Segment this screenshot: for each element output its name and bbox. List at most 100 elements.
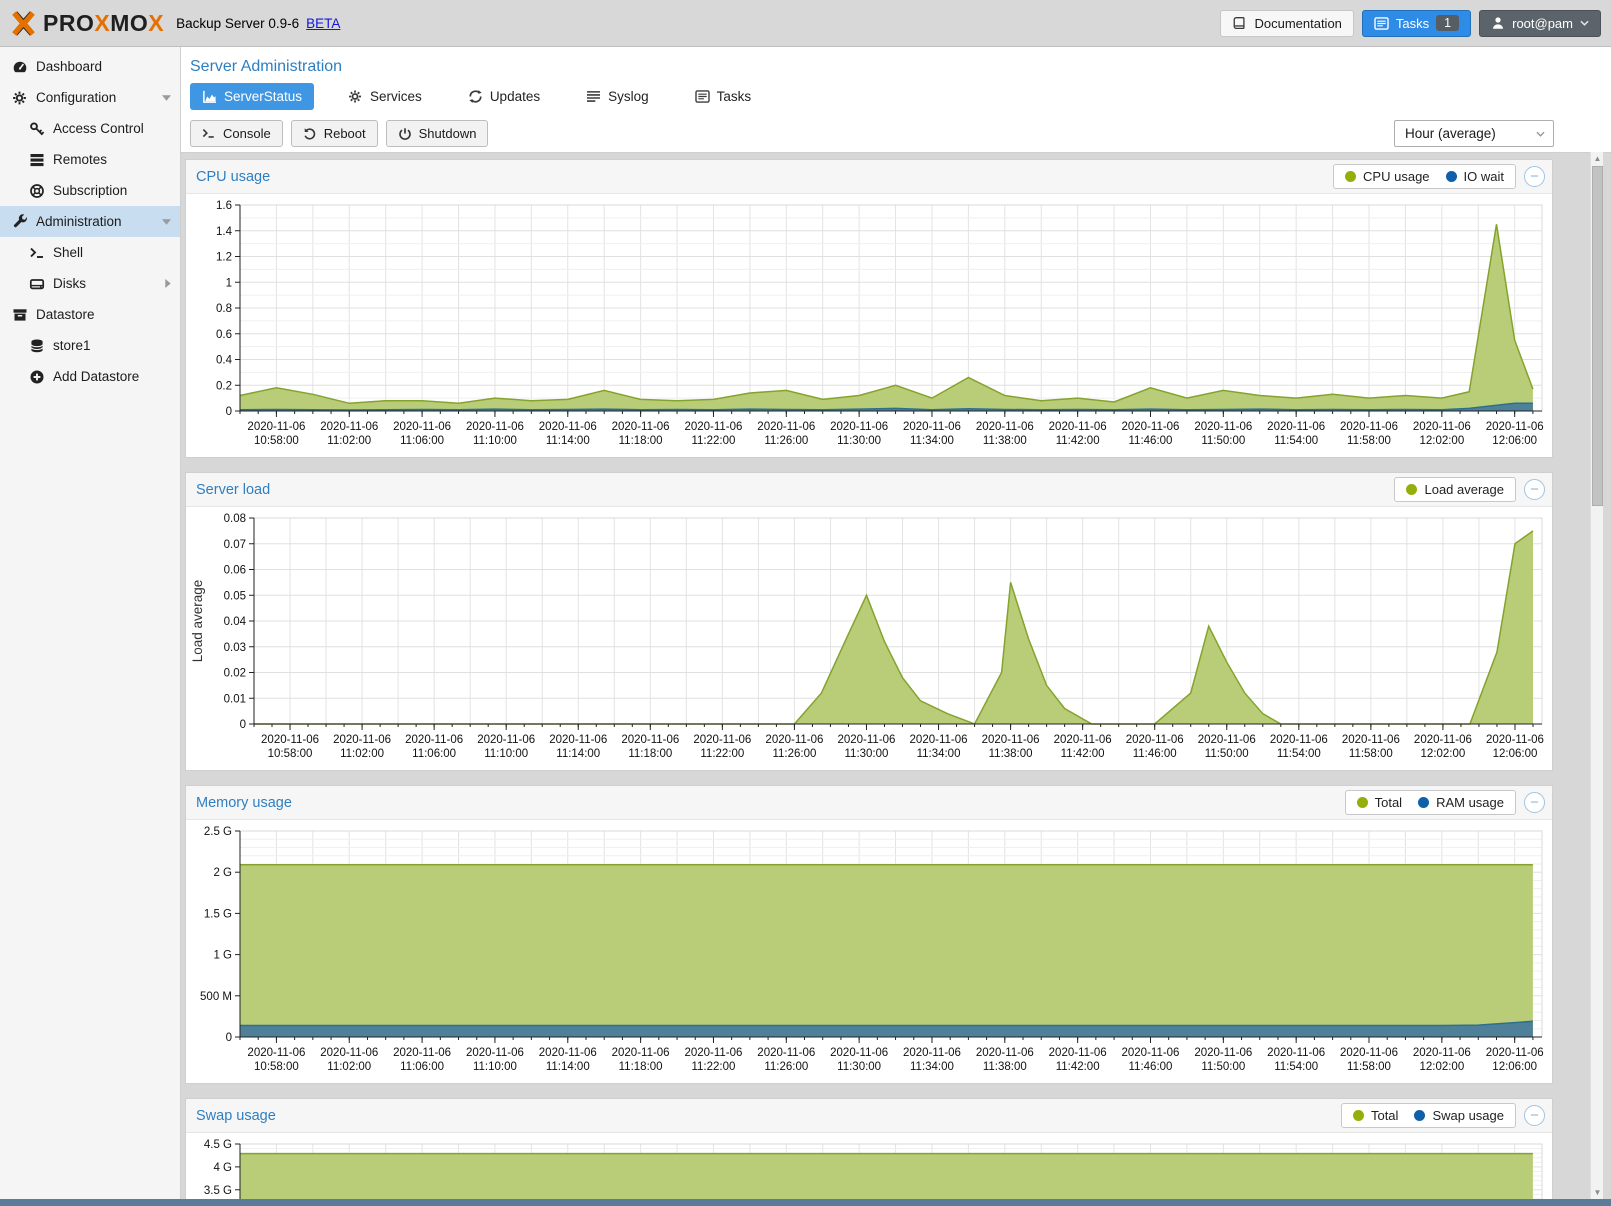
disk-icon bbox=[26, 276, 47, 292]
svg-text:11:06:00: 11:06:00 bbox=[400, 435, 444, 447]
scrollbar-thumb[interactable] bbox=[1592, 166, 1603, 506]
svg-text:11:42:00: 11:42:00 bbox=[1056, 435, 1100, 447]
sidebar-item-dashboard[interactable]: Dashboard bbox=[0, 51, 180, 82]
user-icon bbox=[1491, 16, 1505, 30]
svg-text:2020-11-06: 2020-11-06 bbox=[621, 734, 679, 746]
chart-legend[interactable]: Load average bbox=[1394, 477, 1516, 502]
timeframe-select[interactable]: Hour (average) bbox=[1394, 120, 1554, 147]
tasks-button[interactable]: Tasks 1 bbox=[1362, 10, 1471, 37]
tab-services[interactable]: Services bbox=[336, 83, 434, 110]
scroll-up-arrow[interactable]: ▲ bbox=[1591, 152, 1604, 165]
svg-text:11:38:00: 11:38:00 bbox=[989, 748, 1033, 760]
shutdown-button[interactable]: Shutdown bbox=[386, 120, 489, 147]
svg-text:2020-11-06: 2020-11-06 bbox=[1414, 734, 1472, 746]
chart-legend[interactable]: CPU usage IO wait bbox=[1333, 164, 1516, 189]
power-icon bbox=[398, 127, 412, 141]
scroll-down-arrow[interactable]: ▼ bbox=[1591, 1186, 1604, 1199]
chevron-down-icon bbox=[162, 95, 171, 101]
refresh-icon bbox=[468, 89, 483, 104]
chart-legend[interactable]: Total RAM usage bbox=[1345, 790, 1516, 815]
svg-text:12:06:00: 12:06:00 bbox=[1492, 1061, 1537, 1073]
panel-title: CPU usage bbox=[196, 169, 270, 185]
tab-updates[interactable]: Updates bbox=[456, 83, 552, 110]
svg-text:2020-11-06: 2020-11-06 bbox=[1270, 734, 1328, 746]
tab-tasks[interactable]: Tasks bbox=[683, 83, 764, 110]
legend-item[interactable]: Total bbox=[1353, 1108, 1398, 1123]
documentation-button[interactable]: Documentation bbox=[1220, 10, 1353, 37]
tab-serverstatus[interactable]: ServerStatus bbox=[190, 83, 314, 110]
svg-text:11:58:00: 11:58:00 bbox=[1347, 435, 1391, 447]
svg-text:2020-11-06: 2020-11-06 bbox=[976, 1047, 1034, 1059]
sidebar-item-remotes[interactable]: Remotes bbox=[0, 144, 180, 175]
legend-dot bbox=[1353, 1110, 1364, 1121]
sidebar-item-disks[interactable]: Disks bbox=[0, 268, 180, 299]
sidebar-item-store1[interactable]: store1 bbox=[0, 330, 180, 361]
server-list-icon bbox=[26, 152, 47, 168]
sidebar-item-add-datastore[interactable]: Add Datastore bbox=[0, 361, 180, 392]
svg-text:0.03: 0.03 bbox=[224, 642, 246, 654]
gauge-icon bbox=[9, 59, 30, 75]
collapse-panel-icon[interactable]: − bbox=[1524, 166, 1545, 187]
svg-text:2020-11-06: 2020-11-06 bbox=[830, 1047, 888, 1059]
legend-item[interactable]: IO wait bbox=[1446, 169, 1504, 184]
user-menu-button[interactable]: root@pam bbox=[1479, 10, 1601, 37]
legend-item[interactable]: Total bbox=[1357, 795, 1402, 810]
svg-text:2020-11-06: 2020-11-06 bbox=[539, 1047, 597, 1059]
legend-item[interactable]: Load average bbox=[1406, 482, 1504, 497]
svg-text:2020-11-06: 2020-11-06 bbox=[903, 421, 961, 433]
reboot-button[interactable]: Reboot bbox=[291, 120, 378, 147]
sidebar-item-subscription[interactable]: Subscription bbox=[0, 175, 180, 206]
sidebar-item-access-control[interactable]: Access Control bbox=[0, 113, 180, 144]
svg-text:10:58:00: 10:58:00 bbox=[268, 748, 313, 760]
svg-text:11:58:00: 11:58:00 bbox=[1349, 748, 1393, 760]
beta-link[interactable]: BETA bbox=[306, 16, 340, 31]
svg-text:11:22:00: 11:22:00 bbox=[691, 1061, 735, 1073]
svg-text:2020-11-06: 2020-11-06 bbox=[1267, 421, 1325, 433]
panel-title: Server load bbox=[196, 482, 270, 498]
bottom-edge-strip bbox=[0, 1199, 1611, 1206]
svg-text:11:54:00: 11:54:00 bbox=[1274, 1061, 1318, 1073]
svg-text:12:02:00: 12:02:00 bbox=[1421, 748, 1466, 760]
svg-text:11:30:00: 11:30:00 bbox=[837, 1061, 881, 1073]
svg-text:2020-11-06: 2020-11-06 bbox=[405, 734, 463, 746]
key-icon bbox=[26, 121, 47, 137]
area-chart-icon bbox=[202, 90, 217, 104]
svg-text:1.6: 1.6 bbox=[216, 200, 232, 212]
svg-text:2020-11-06: 2020-11-06 bbox=[903, 1047, 961, 1059]
svg-text:11:14:00: 11:14:00 bbox=[556, 748, 600, 760]
legend-item[interactable]: Swap usage bbox=[1414, 1108, 1504, 1123]
brand-wordmark: PROXMOX bbox=[43, 10, 164, 37]
sidebar-item-configuration[interactable]: Configuration bbox=[0, 82, 180, 113]
collapse-panel-icon[interactable]: − bbox=[1524, 1105, 1545, 1126]
sidebar-item-administration[interactable]: Administration bbox=[0, 206, 180, 237]
svg-text:2020-11-06: 2020-11-06 bbox=[261, 734, 319, 746]
svg-text:2020-11-06: 2020-11-06 bbox=[1126, 734, 1184, 746]
collapse-panel-icon[interactable]: − bbox=[1524, 792, 1545, 813]
svg-text:11:10:00: 11:10:00 bbox=[484, 748, 528, 760]
legend-item[interactable]: CPU usage bbox=[1345, 169, 1429, 184]
svg-text:2020-11-06: 2020-11-06 bbox=[539, 421, 597, 433]
cpu-usage-chart: 00.20.40.60.811.21.41.62020-11-0610:58:0… bbox=[186, 194, 1552, 457]
svg-text:2020-11-06: 2020-11-06 bbox=[1486, 1047, 1544, 1059]
vertical-scrollbar[interactable]: ▲ ▼ bbox=[1590, 152, 1603, 1199]
svg-text:2020-11-06: 2020-11-06 bbox=[612, 421, 670, 433]
life-ring-icon bbox=[26, 183, 47, 199]
svg-text:2020-11-06: 2020-11-06 bbox=[1194, 1047, 1252, 1059]
collapse-panel-icon[interactable]: − bbox=[1524, 479, 1545, 500]
svg-text:2020-11-06: 2020-11-06 bbox=[1486, 421, 1544, 433]
svg-text:1.5 G: 1.5 G bbox=[204, 908, 232, 920]
sidebar-item-datastore[interactable]: Datastore bbox=[0, 299, 180, 330]
tab-syslog[interactable]: Syslog bbox=[574, 83, 661, 110]
chart-legend[interactable]: Total Swap usage bbox=[1341, 1103, 1516, 1128]
console-button[interactable]: Console bbox=[190, 120, 283, 147]
svg-text:2020-11-06: 2020-11-06 bbox=[612, 1047, 670, 1059]
chevron-down-icon bbox=[1536, 131, 1545, 137]
svg-text:2020-11-06: 2020-11-06 bbox=[693, 734, 751, 746]
gears-icon bbox=[9, 90, 30, 106]
svg-text:2020-11-06: 2020-11-06 bbox=[910, 734, 968, 746]
terminal-icon bbox=[26, 245, 47, 261]
svg-text:2020-11-06: 2020-11-06 bbox=[684, 1047, 742, 1059]
svg-text:2020-11-06: 2020-11-06 bbox=[466, 1047, 524, 1059]
sidebar-item-shell[interactable]: Shell bbox=[0, 237, 180, 268]
legend-item[interactable]: RAM usage bbox=[1418, 795, 1504, 810]
